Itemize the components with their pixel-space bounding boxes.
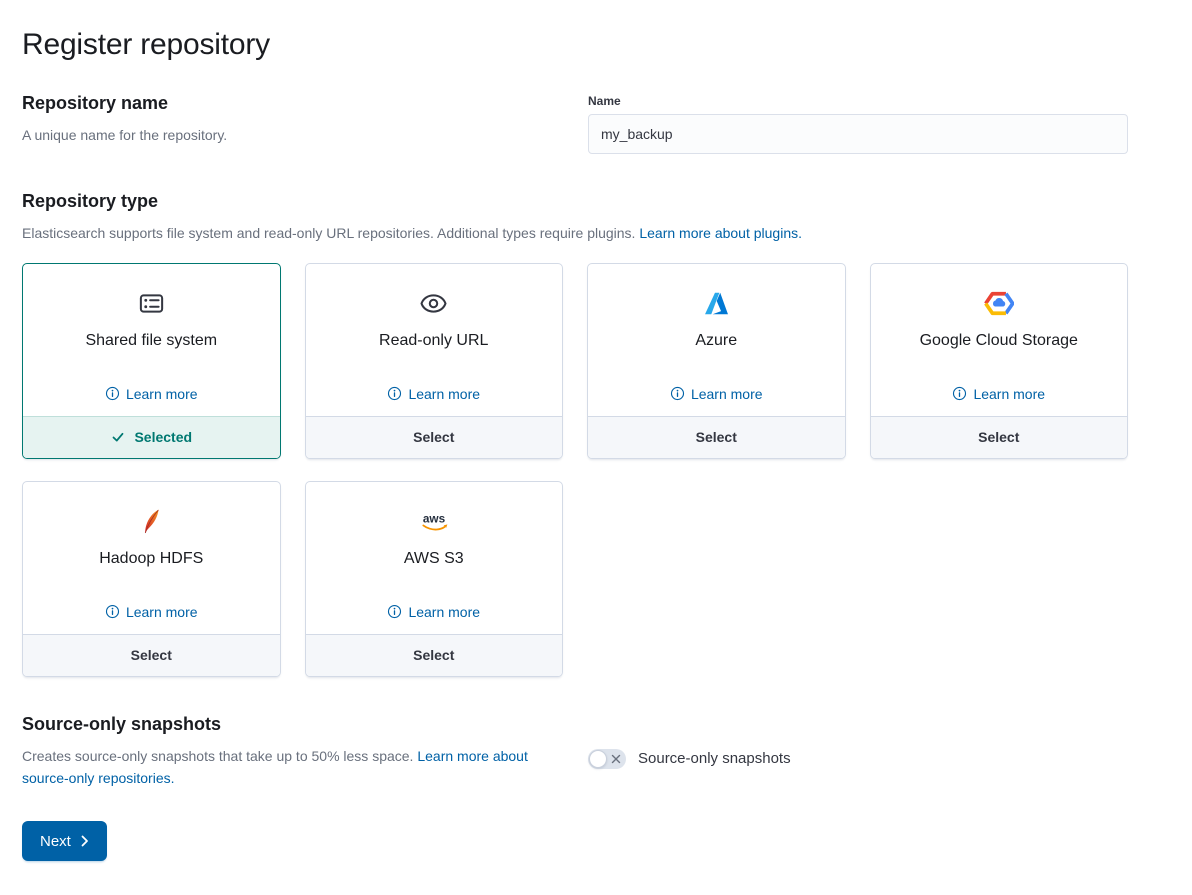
card-select-button[interactable]: Selected [23,416,280,458]
source-only-info: Source-only snapshots Creates source-onl… [22,713,562,790]
repo-card-azure[interactable]: Azure Learn more Select [587,263,846,459]
hadoop-icon [140,508,162,535]
info-icon [105,386,120,401]
info-icon [952,386,967,401]
repository-name-heading: Repository name [22,92,562,115]
learn-more-label: Learn more [691,386,763,402]
storage-icon [138,290,165,317]
aws-icon: aws [416,508,452,535]
repo-card-body: Hadoop HDFS Learn more [23,482,280,634]
toggle-thumb [589,750,607,768]
learn-more-label: Learn more [126,604,198,620]
next-button-label: Next [40,833,71,850]
repo-card-body: Google Cloud Storage Learn more [871,264,1128,416]
gcs-icon [984,290,1014,317]
source-only-description-text: Creates source-only snapshots that take … [22,748,417,764]
source-only-section: Source-only snapshots Creates source-onl… [22,713,1128,790]
repository-type-section: Repository type Elasticsearch supports f… [22,190,1128,677]
repo-card-google-cloud-storage[interactable]: Google Cloud Storage Learn more Select [870,263,1129,459]
source-only-description: Creates source-only snapshots that take … [22,746,562,789]
page-title: Register repository [22,26,1128,64]
learn-more-plugins-link[interactable]: Learn more about plugins. [639,225,802,241]
card-action-label: Select [413,647,454,663]
repo-card-title: Google Cloud Storage [920,331,1078,352]
check-icon [110,429,126,445]
repo-card-title: Azure [695,331,737,352]
learn-more-link[interactable]: Learn more [387,386,480,402]
learn-more-link[interactable]: Learn more [670,386,763,402]
repo-type-grid: Shared file system Learn more Selected [22,263,1128,677]
repo-card-body: Azure Learn more [588,264,845,416]
learn-more-link[interactable]: Learn more [952,386,1045,402]
learn-more-link[interactable]: Learn more [105,604,198,620]
svg-text:aws: aws [423,511,446,525]
card-select-button[interactable]: Select [306,634,563,676]
repo-card-title: AWS S3 [404,549,464,570]
card-action-label: Select [978,429,1019,445]
repository-name-input[interactable] [588,114,1128,154]
repository-name-form: Name [588,92,1128,154]
cross-icon [611,754,621,764]
repo-card-body: aws AWS S3 Learn more [306,482,563,634]
source-only-heading: Source-only snapshots [22,713,562,736]
name-field-label: Name [588,94,1128,108]
info-icon [387,604,402,619]
repository-name-section: Repository name A unique name for the re… [22,92,1128,154]
repo-card-title: Shared file system [85,331,217,352]
source-only-toggle-row: Source-only snapshots [588,713,1128,769]
card-select-button[interactable]: Select [23,634,280,676]
learn-more-link[interactable]: Learn more [105,386,198,402]
source-only-toggle[interactable] [588,749,626,769]
card-select-button[interactable]: Select [588,416,845,458]
eye-icon [420,290,447,317]
repository-name-description: A unique name for the repository. [22,125,562,147]
card-action-label: Select [131,647,172,663]
repo-card-title: Hadoop HDFS [99,549,203,570]
repo-card-aws-s3[interactable]: aws AWS S3 Learn more [305,481,564,677]
repo-card-body: Shared file system Learn more [23,264,280,416]
card-action-label: Select [696,429,737,445]
card-action-label: Select [413,429,454,445]
repository-type-description-text: Elasticsearch supports file system and r… [22,225,639,241]
chevron-right-icon [81,835,89,847]
azure-icon [703,290,730,317]
repo-card-body: Read-only URL Learn more [306,264,563,416]
learn-more-label: Learn more [126,386,198,402]
learn-more-label: Learn more [408,386,480,402]
next-button[interactable]: Next [22,821,107,861]
card-select-button[interactable]: Select [871,416,1128,458]
info-icon [387,386,402,401]
info-icon [670,386,685,401]
source-only-toggle-label: Source-only snapshots [638,750,791,767]
repository-type-description: Elasticsearch supports file system and r… [22,223,1128,245]
repo-card-shared-file-system[interactable]: Shared file system Learn more Selected [22,263,281,459]
repo-card-title: Read-only URL [379,331,488,352]
card-select-button[interactable]: Select [306,416,563,458]
learn-more-label: Learn more [973,386,1045,402]
learn-more-link[interactable]: Learn more [387,604,480,620]
card-action-label: Selected [134,429,192,445]
repo-card-hadoop-hdfs[interactable]: Hadoop HDFS Learn more Select [22,481,281,677]
repository-name-info: Repository name A unique name for the re… [22,92,562,147]
repo-card-read-only-url[interactable]: Read-only URL Learn more Select [305,263,564,459]
repository-type-heading: Repository type [22,190,1128,213]
learn-more-label: Learn more [408,604,480,620]
register-repository-page: Register repository Repository name A un… [0,0,1150,891]
info-icon [105,604,120,619]
